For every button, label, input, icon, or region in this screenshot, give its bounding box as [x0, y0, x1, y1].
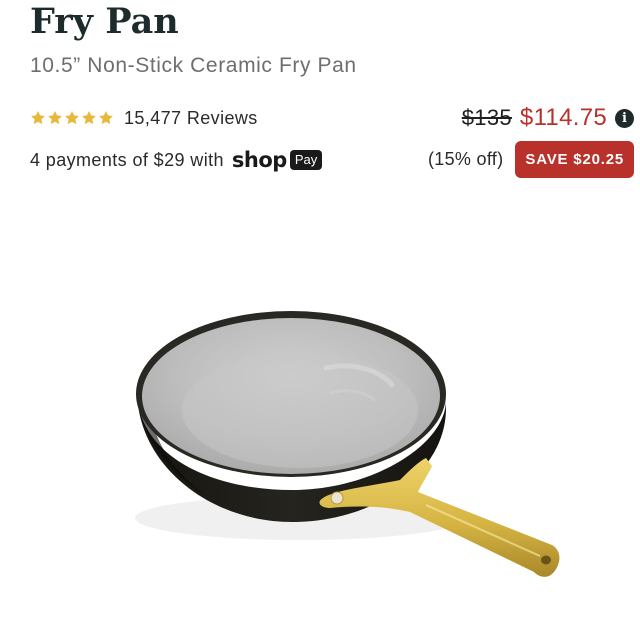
star-icon: [65, 111, 79, 125]
shop-pay-logo: shop: [231, 148, 287, 172]
info-icon[interactable]: i: [615, 108, 634, 128]
star-rating: [30, 110, 114, 126]
original-price: $135: [461, 105, 512, 130]
reviews-link[interactable]: 15,477 Reviews: [124, 108, 258, 129]
save-badge: SAVE $20.25: [515, 140, 634, 178]
price-block: $135 $114.75 i: [462, 103, 634, 133]
installments-row[interactable]: 4 payments of $29 with shop Pay: [30, 147, 323, 173]
star-icon: [31, 111, 45, 125]
percent-off: (15% off): [428, 148, 504, 169]
star-icon: [99, 111, 113, 125]
star-icon: [82, 111, 96, 125]
product-title: Fry Pan: [30, 1, 179, 42]
discount-block: (15% off) SAVE $20.25: [428, 140, 634, 178]
product-subtitle: 10.5” Non-Stick Ceramic Fry Pan: [30, 54, 357, 77]
rating-summary[interactable]: 15,477 Reviews: [30, 106, 258, 130]
shop-pay-badge: Pay: [289, 150, 323, 170]
fry-pan-image: [135, 311, 560, 577]
installments-text: 4 payments of $29 with: [30, 149, 224, 170]
star-icon: [48, 111, 62, 125]
sale-price: $114.75: [519, 104, 607, 131]
